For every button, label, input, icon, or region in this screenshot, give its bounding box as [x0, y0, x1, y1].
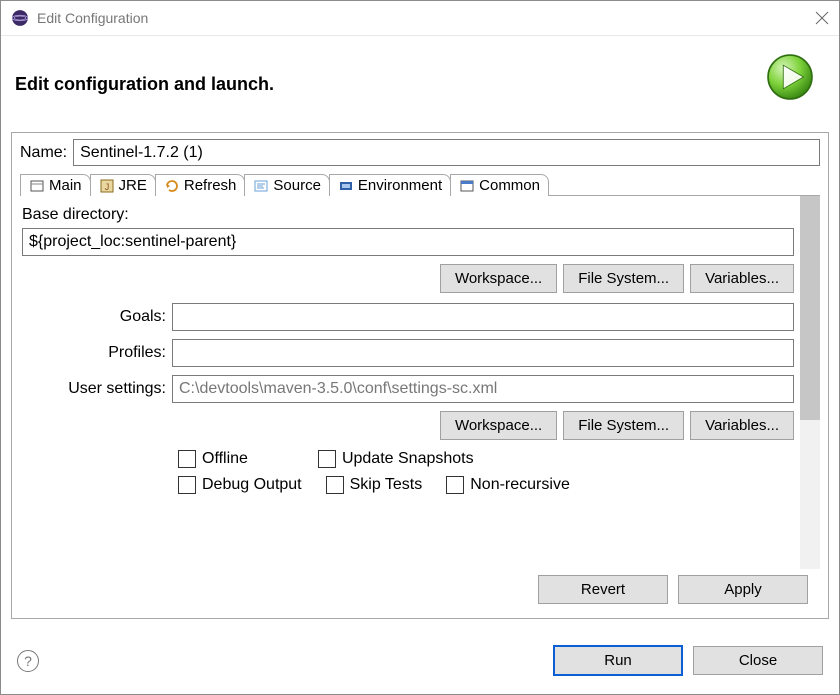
- user-settings-btn-row: Workspace... File System... Variables...: [22, 411, 794, 440]
- base-dir-btn-row: Workspace... File System... Variables...: [22, 264, 794, 293]
- base-dir-filesystem-button[interactable]: File System...: [563, 264, 684, 293]
- eclipse-icon: [11, 9, 29, 27]
- tab-jre[interactable]: J JRE: [90, 174, 156, 196]
- jre-tab-icon: J: [99, 178, 115, 194]
- goals-input[interactable]: [172, 303, 794, 331]
- tab-common[interactable]: Common: [450, 174, 549, 196]
- non-recursive-check[interactable]: Non-recursive: [446, 476, 570, 494]
- name-label: Name:: [20, 144, 67, 162]
- dialog-window: Edit Configuration Edit configuration an…: [0, 0, 840, 695]
- debug-output-checkbox-box[interactable]: [178, 476, 196, 494]
- non-recursive-checkbox-label: Non-recursive: [470, 476, 570, 494]
- checks-row-2: Debug Output Skip Tests Non-recursive: [178, 476, 794, 494]
- profiles-label: Profiles:: [22, 344, 172, 362]
- refresh-tab-icon: [164, 178, 180, 194]
- tab-common-label: Common: [479, 177, 540, 194]
- svg-text:J: J: [104, 182, 109, 192]
- non-recursive-checkbox-box[interactable]: [446, 476, 464, 494]
- environment-tab-icon: [338, 178, 354, 194]
- window-title: Edit Configuration: [37, 10, 815, 26]
- skip-tests-checkbox-box[interactable]: [326, 476, 344, 494]
- tab-refresh-label: Refresh: [184, 177, 237, 194]
- name-row: Name:: [20, 139, 820, 166]
- user-settings-label: User settings:: [22, 380, 172, 398]
- tab-content-scroll: Base directory: Workspace... File System…: [20, 196, 820, 569]
- base-dir-workspace-button[interactable]: Workspace...: [440, 264, 557, 293]
- close-icon[interactable]: [815, 11, 829, 25]
- name-input[interactable]: [73, 139, 820, 166]
- user-settings-input[interactable]: [172, 375, 794, 403]
- offline-check[interactable]: Offline: [178, 450, 248, 468]
- tab-refresh[interactable]: Refresh: [155, 174, 246, 196]
- title-bar: Edit Configuration: [1, 1, 839, 36]
- update-snapshots-checkbox-label: Update Snapshots: [342, 450, 474, 468]
- tab-environment-label: Environment: [358, 177, 442, 194]
- profiles-input[interactable]: [172, 339, 794, 367]
- run-large-icon: [763, 50, 817, 104]
- tabstrip: Main J JRE Refresh: [20, 172, 820, 196]
- main-tab-icon: [29, 178, 45, 194]
- common-tab-icon: [459, 178, 475, 194]
- tab-main[interactable]: Main: [20, 174, 91, 196]
- main-tab-panel: Base directory: Workspace... File System…: [20, 196, 800, 569]
- goals-label: Goals:: [22, 308, 172, 326]
- tab-source[interactable]: Source: [244, 174, 330, 196]
- base-dir-input[interactable]: [22, 228, 794, 256]
- source-tab-icon: [253, 178, 269, 194]
- tab-jre-label: JRE: [119, 177, 147, 194]
- user-settings-workspace-button[interactable]: Workspace...: [440, 411, 557, 440]
- offline-checkbox-box[interactable]: [178, 450, 196, 468]
- settings-grid: Goals: Profiles: User settings:: [22, 303, 794, 403]
- revert-button[interactable]: Revert: [538, 575, 668, 604]
- skip-tests-check[interactable]: Skip Tests: [326, 476, 423, 494]
- base-dir-variables-button[interactable]: Variables...: [690, 264, 794, 293]
- scrollbar-thumb[interactable]: [800, 196, 820, 420]
- help-icon[interactable]: ?: [17, 650, 39, 672]
- tab-environment[interactable]: Environment: [329, 174, 451, 196]
- form-container: Name: Main J JRE: [11, 132, 829, 619]
- offline-checkbox-label: Offline: [202, 450, 248, 468]
- user-settings-filesystem-button[interactable]: File System...: [563, 411, 684, 440]
- dialog-footer: ? Run Close: [1, 627, 839, 694]
- run-button[interactable]: Run: [553, 645, 683, 676]
- debug-output-check[interactable]: Debug Output: [178, 476, 302, 494]
- tab-main-label: Main: [49, 177, 82, 194]
- apply-button[interactable]: Apply: [678, 575, 808, 604]
- base-dir-label: Base directory:: [22, 206, 794, 224]
- page-title: Edit configuration and launch.: [15, 74, 763, 95]
- close-button[interactable]: Close: [693, 646, 823, 675]
- vertical-scrollbar[interactable]: [800, 196, 820, 569]
- tab-source-label: Source: [273, 177, 321, 194]
- checks-row-1: Offline Update Snapshots: [178, 450, 794, 468]
- dialog-header: Edit configuration and launch.: [1, 36, 839, 132]
- user-settings-variables-button[interactable]: Variables...: [690, 411, 794, 440]
- update-snapshots-check[interactable]: Update Snapshots: [318, 450, 474, 468]
- debug-output-checkbox-label: Debug Output: [202, 476, 302, 494]
- skip-tests-checkbox-label: Skip Tests: [350, 476, 423, 494]
- form-bottom-actions: Revert Apply: [20, 569, 820, 610]
- update-snapshots-checkbox-box[interactable]: [318, 450, 336, 468]
